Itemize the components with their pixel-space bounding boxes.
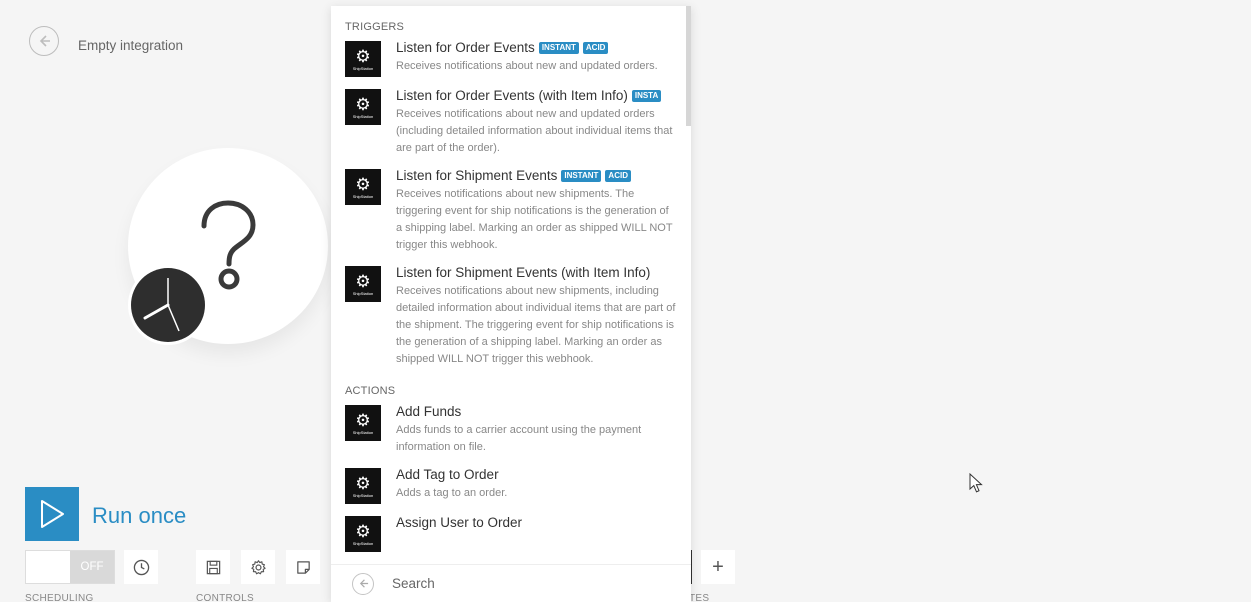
gear-icon: ⚙ <box>355 174 371 194</box>
panel-scrollbar[interactable] <box>686 6 691 126</box>
module-badge: INSTANT <box>538 41 579 54</box>
module-title-text: Listen for Order Events (with Item Info) <box>396 88 628 103</box>
module-title: Listen for Shipment Events INSTANT ACID <box>396 167 677 184</box>
gear-icon: ⚙ <box>355 473 371 493</box>
module-description: Receives notifications about new shipmen… <box>396 188 673 251</box>
module-item[interactable]: ⚙ ShipStation Listen for Order Events (wit… <box>331 81 691 161</box>
shipstation-gear-icon: ⚙ ShipStation <box>345 41 381 77</box>
module-text: Add Tag to Order Adds a tag to an order. <box>396 466 677 504</box>
module-badge: ACID <box>605 169 631 182</box>
search-back-button[interactable] <box>352 572 374 595</box>
module-title-text: Add Funds <box>396 404 462 419</box>
brand-label: ShipStation <box>352 290 374 296</box>
module-text: Listen for Shipment Events INSTANT ACID Rec… <box>396 167 677 254</box>
module-text: Listen for Order Events (with Item Info)… <box>396 87 677 157</box>
module-item[interactable]: ⚙ ShipStation Add Tag to Order Adds a tag t… <box>331 460 691 508</box>
save-button[interactable] <box>196 550 230 584</box>
module-description: Receives notifications about new and upd… <box>396 108 673 154</box>
shipstation-gear-icon: ⚙ ShipStation <box>345 169 381 205</box>
module-title: Listen for Shipment Events (with Item In… <box>396 264 677 281</box>
module-text: Add Funds Adds funds to a carrier account… <box>396 403 677 456</box>
arrow-left-icon <box>39 35 50 47</box>
module-item[interactable]: ⚙ ShipStation Listen for Shipment Events IN… <box>331 161 691 258</box>
shipstation-gear-icon: ⚙ ShipStation <box>345 516 381 552</box>
module-list: TRIGGERS ⚙ ShipStation Listen for Order Ev… <box>331 6 691 564</box>
gear-icon: ⚙ <box>355 410 371 430</box>
module-text: Listen for Order Events INSTANT ACID Receiv… <box>396 39 677 77</box>
module-picker-panel: TRIGGERS ⚙ ShipStation Listen for Order Ev… <box>331 6 691 602</box>
floppy-disk-icon <box>206 560 220 574</box>
module-title: Listen for Order Events INSTANT ACID <box>396 39 677 56</box>
triggers-heading: TRIGGERS <box>345 21 405 33</box>
scheduling-section-label: SCHEDULING <box>25 593 94 602</box>
module-title: Add Funds <box>396 403 677 420</box>
module-item[interactable]: ⚙ ShipStation Add Funds Adds funds to a car… <box>331 397 691 460</box>
play-icon <box>41 500 64 528</box>
triggers-list: ⚙ ShipStation Listen for Order Events INSTA… <box>331 33 691 372</box>
schedule-clock[interactable] <box>128 265 208 345</box>
module-description: Adds a tag to an order. <box>396 487 508 499</box>
toggle-state: OFF <box>70 551 114 583</box>
module-badge: ACID <box>582 41 609 54</box>
module-title-text: Add Tag to Order <box>396 467 499 482</box>
module-text: Assign User to Order <box>396 514 677 552</box>
module-title: Assign User to Order <box>396 514 677 531</box>
actions-list: ⚙ ShipStation Add Funds Adds funds to a car… <box>331 397 691 556</box>
search-bar <box>331 564 691 602</box>
module-item[interactable]: ⚙ ShipStation Listen for Order Events INSTA… <box>331 33 691 81</box>
back-button[interactable] <box>29 26 59 56</box>
module-badge: INSTA <box>631 89 662 102</box>
mouse-cursor-icon <box>969 473 983 493</box>
module-description: Receives notifications about new and upd… <box>396 60 658 72</box>
brand-label: ShipStation <box>352 492 374 498</box>
clock-outline-icon <box>133 559 149 575</box>
run-once-button[interactable] <box>25 487 79 541</box>
module-title-text: Listen for Shipment Events (with Item In… <box>396 265 651 280</box>
scheduling-toggle[interactable]: OFF <box>25 550 115 584</box>
shipstation-gear-icon: ⚙ ShipStation <box>345 405 381 441</box>
brand-label: ShipStation <box>352 193 374 199</box>
gear-icon: ⚙ <box>355 94 371 114</box>
shipstation-gear-icon: ⚙ ShipStation <box>345 266 381 302</box>
gear-icon: ⚙ <box>355 521 371 541</box>
controls-section-label: CONTROLS <box>196 593 254 602</box>
search-input[interactable] <box>392 576 672 591</box>
module-title-text: Listen for Shipment Events <box>396 168 558 183</box>
settings-button[interactable] <box>241 550 275 584</box>
gear-icon: ⚙ <box>355 271 371 291</box>
notes-button[interactable] <box>286 550 320 584</box>
run-once-label[interactable]: Run once <box>92 503 186 529</box>
brand-label: ShipStation <box>352 113 374 119</box>
gear-icon: ⚙ <box>355 46 371 66</box>
add-favorite-button[interactable]: + <box>701 550 735 584</box>
module-description: Adds funds to a carrier account using th… <box>396 424 642 453</box>
module-badge: INSTANT <box>561 169 602 182</box>
note-icon <box>296 560 310 574</box>
brand-label: ShipStation <box>352 429 374 435</box>
toggle-knob <box>26 551 70 583</box>
clock-icon <box>131 268 205 342</box>
scenario-title[interactable]: Empty integration <box>78 38 183 53</box>
module-title: Add Tag to Order <box>396 466 677 483</box>
module-text: Listen for Shipment Events (with Item In… <box>396 264 677 368</box>
module-title-text: Listen for Order Events <box>396 40 535 55</box>
module-title-text: Assign User to Order <box>396 515 523 530</box>
shipstation-gear-icon: ⚙ ShipStation <box>345 468 381 504</box>
brand-label: ShipStation <box>352 65 374 71</box>
module-description: Receives notifications about new shipmen… <box>396 285 676 365</box>
module-title: Listen for Order Events (with Item Info)… <box>396 87 677 104</box>
shipstation-gear-icon: ⚙ ShipStation <box>345 89 381 125</box>
schedule-settings-button[interactable] <box>124 550 158 584</box>
module-item[interactable]: ⚙ ShipStation Listen for Shipment Events (… <box>331 258 691 372</box>
actions-heading: ACTIONS <box>345 385 396 397</box>
favorites-section-label: TES <box>689 593 710 602</box>
question-mark-icon <box>201 200 256 290</box>
plus-icon: + <box>712 555 724 578</box>
gear-icon <box>250 559 266 574</box>
arrow-left-icon <box>359 579 368 588</box>
module-item[interactable]: ⚙ ShipStation Assign User to Order <box>331 508 691 556</box>
brand-label: ShipStation <box>352 540 374 546</box>
